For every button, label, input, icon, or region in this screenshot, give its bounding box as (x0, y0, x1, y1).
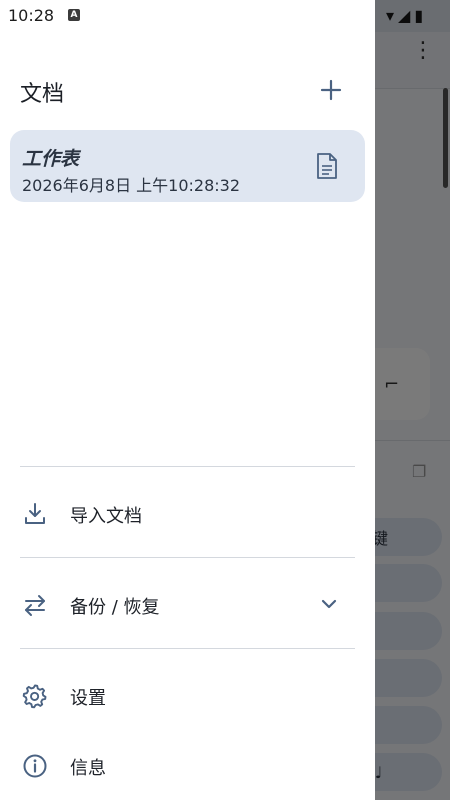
drawer-divider (20, 648, 355, 649)
notification-icon: A (68, 9, 80, 21)
download-icon (25, 503, 45, 524)
settings-label: 设置 (70, 688, 106, 709)
status-bar: 10:28 A (0, 0, 375, 32)
import-document-label: 导入文档 (70, 506, 142, 527)
settings-item[interactable]: 设置 (0, 665, 375, 725)
document-date: 2026年6月8日 上午10:28:32 (22, 176, 241, 195)
drawer-title: 文档 (20, 82, 65, 107)
swap-arrows-icon (25, 595, 45, 616)
document-icon (317, 153, 337, 179)
plus-icon (320, 79, 342, 101)
info-item[interactable]: 信息 (0, 735, 375, 795)
chevron-down-icon[interactable] (319, 594, 339, 614)
drawer-divider (20, 466, 355, 467)
drawer-header: 文档 (20, 70, 355, 110)
drawer-divider (20, 557, 355, 558)
add-document-button[interactable] (315, 74, 347, 106)
gear-icon (22, 684, 47, 709)
backup-restore-label: 备份 / 恢复 (70, 597, 160, 618)
status-time: 10:28 (8, 6, 55, 25)
navigation-drawer: 10:28 A 文档 工作表 2026年6月8日 上午10:28:32 导入文档… (0, 0, 375, 800)
document-item[interactable]: 工作表 2026年6月8日 上午10:28:32 (10, 130, 365, 202)
import-document-item[interactable]: 导入文档 (0, 483, 375, 543)
backup-restore-item[interactable]: 备份 / 恢复 (0, 574, 375, 634)
document-name: 工作表 (22, 148, 80, 170)
info-icon (23, 754, 47, 778)
info-label: 信息 (70, 758, 106, 779)
